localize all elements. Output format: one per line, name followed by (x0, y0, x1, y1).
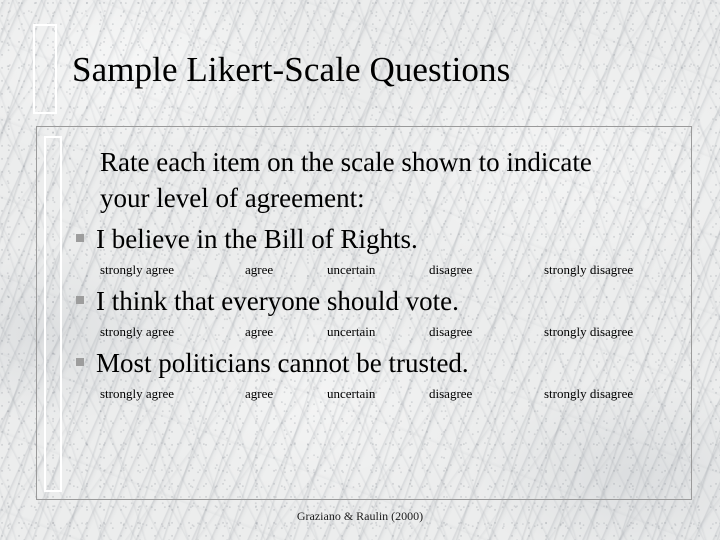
scale-option-strongly-agree[interactable]: strongly agree (100, 323, 245, 340)
scale-option-strongly-disagree[interactable]: strongly disagree (544, 385, 633, 402)
scale-option-uncertain[interactable]: uncertain (327, 323, 429, 340)
scale-option-uncertain[interactable]: uncertain (327, 385, 429, 402)
likert-scale-row: strongly agree agree uncertain disagree … (100, 261, 652, 278)
slide-body: Rate each item on the scale shown to ind… (76, 144, 676, 408)
page-title: Sample Likert-Scale Questions (72, 50, 511, 89)
scale-option-strongly-agree[interactable]: strongly agree (100, 385, 245, 402)
question-row: Most politicians cannot be trusted. (76, 346, 676, 380)
scale-option-disagree[interactable]: disagree (429, 385, 544, 402)
scale-option-agree[interactable]: agree (245, 323, 327, 340)
decorative-bar-title (33, 24, 57, 114)
intro-instruction: Rate each item on the scale shown to ind… (100, 147, 592, 213)
scale-option-agree[interactable]: agree (245, 385, 327, 402)
square-bullet-icon (76, 296, 84, 304)
list-item: Most politicians cannot be trusted. stro… (76, 346, 676, 402)
scale-option-strongly-disagree[interactable]: strongly disagree (544, 261, 633, 278)
list-item: I think that everyone should vote. stron… (76, 284, 676, 340)
question-text: I think that everyone should vote. (96, 286, 459, 316)
presentation-slide: Sample Likert-Scale Questions Rate each … (0, 0, 720, 540)
scale-option-strongly-agree[interactable]: strongly agree (100, 261, 245, 278)
scale-option-strongly-disagree[interactable]: strongly disagree (544, 323, 633, 340)
source-citation: Graziano & Raulin (2000) (296, 509, 424, 523)
square-bullet-icon (76, 358, 84, 366)
scale-option-uncertain[interactable]: uncertain (327, 261, 429, 278)
question-text: I believe in the Bill of Rights. (96, 224, 418, 254)
list-item: I believe in the Bill of Rights. strongl… (76, 222, 676, 278)
question-text: Most politicians cannot be trusted. (96, 348, 469, 378)
scale-option-agree[interactable]: agree (245, 261, 327, 278)
scale-option-disagree[interactable]: disagree (429, 261, 544, 278)
question-row: I believe in the Bill of Rights. (76, 222, 676, 256)
square-bullet-icon (76, 234, 84, 242)
question-row: I think that everyone should vote. (76, 284, 676, 318)
likert-scale-row: strongly agree agree uncertain disagree … (100, 323, 652, 340)
scale-option-disagree[interactable]: disagree (429, 323, 544, 340)
likert-scale-row: strongly agree agree uncertain disagree … (100, 385, 652, 402)
